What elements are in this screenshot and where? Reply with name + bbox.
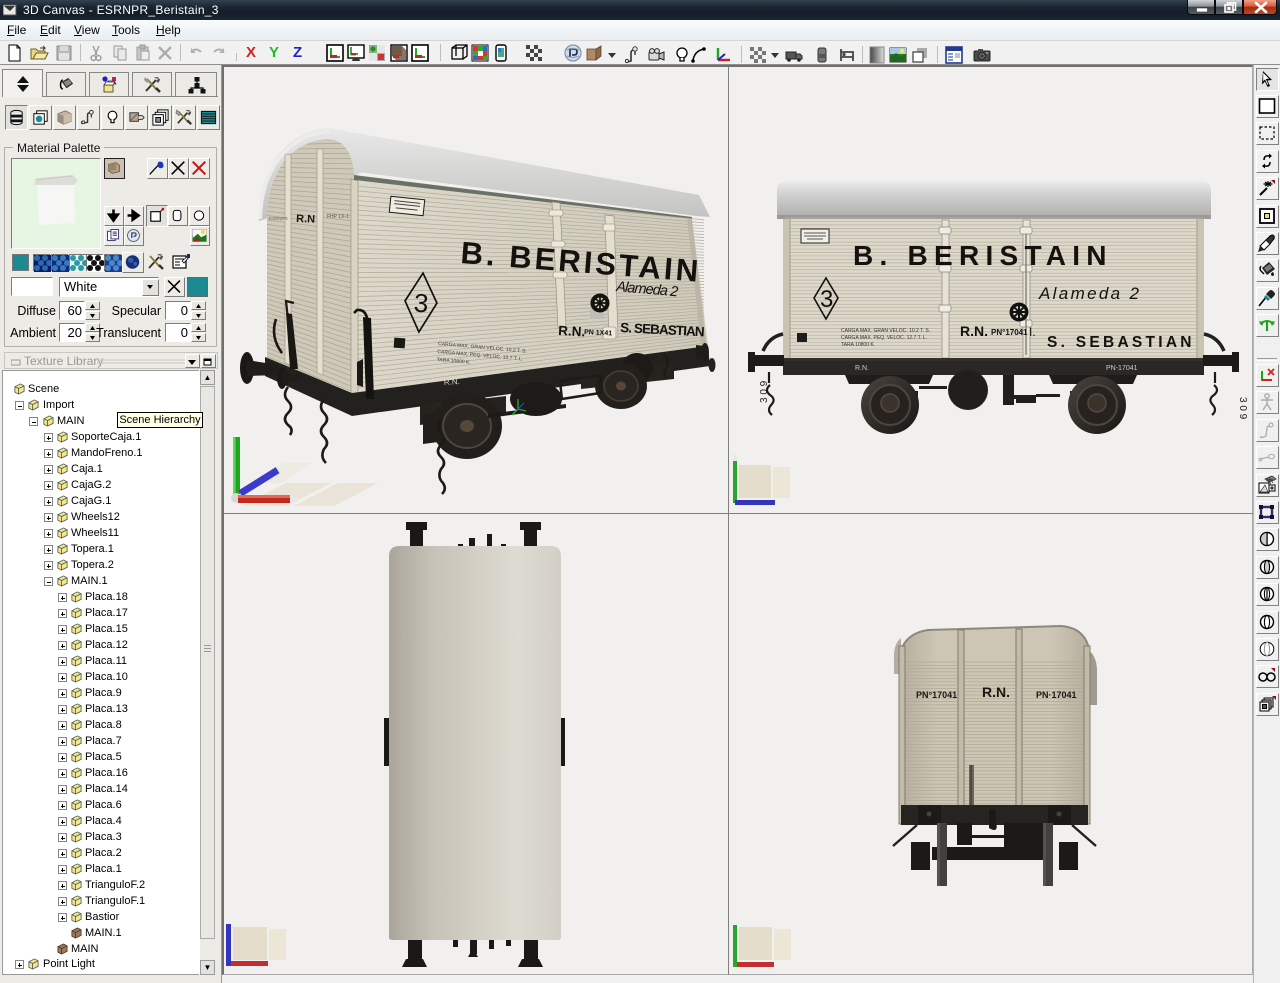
svg-text:FHP 1X-1: FHP 1X-1 <box>327 214 349 220</box>
svg-text:R.N.: R.N. <box>444 377 461 387</box>
svg-text:R.N.: R.N. <box>558 323 586 339</box>
svg-text:3: 3 <box>820 286 833 313</box>
svg-text:PN°17041: PN°17041 <box>916 690 957 700</box>
svg-text:TARA 10800 K.: TARA 10800 K. <box>841 342 875 348</box>
svg-text:ESRNPR: ESRNPR <box>269 216 289 221</box>
svg-text:CARGA MAX. PEQ. VELOC. 12.7 T.: CARGA MAX. PEQ. VELOC. 12.7 T. L. <box>841 335 927 341</box>
svg-text:R.N.: R.N. <box>855 365 869 372</box>
svg-text:R.N.: R.N. <box>960 323 988 339</box>
svg-text:3 0 9: 3 0 9 <box>759 380 770 403</box>
svg-text:PN 1X41: PN 1X41 <box>584 329 612 337</box>
svg-text:Alameda 2: Alameda 2 <box>1038 284 1140 303</box>
svg-text:PN-17041: PN-17041 <box>1106 365 1138 372</box>
svg-text:R.N: R.N <box>296 213 315 226</box>
svg-text:S. SEBASTIAN: S. SEBASTIAN <box>1047 334 1193 351</box>
svg-text:R.N.: R.N. <box>982 684 1010 700</box>
svg-text:3 0 9: 3 0 9 <box>1237 397 1248 420</box>
svg-text:I.: I. <box>1029 325 1036 339</box>
svg-text:CARGA MAX. GRAN VELOC. 10.2 T.: CARGA MAX. GRAN VELOC. 10.2 T. S. <box>841 328 930 334</box>
svg-text:3: 3 <box>413 288 430 319</box>
svg-text:B. BERISTAIN: B. BERISTAIN <box>853 240 1111 271</box>
svg-text:PN·17041: PN·17041 <box>1036 690 1077 700</box>
svg-text:PN°17041: PN°17041 <box>991 328 1028 337</box>
